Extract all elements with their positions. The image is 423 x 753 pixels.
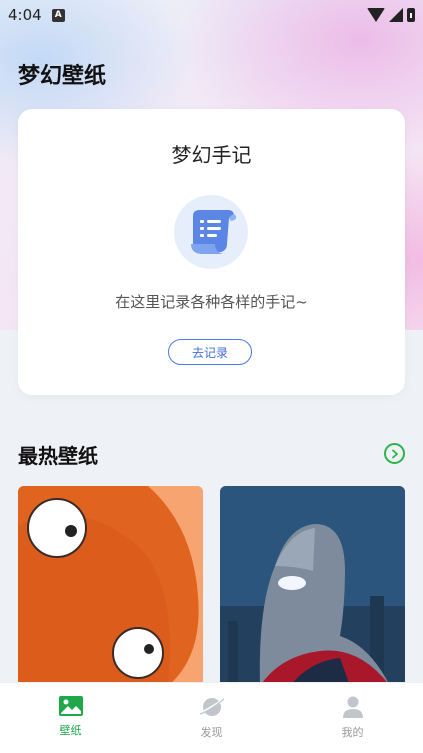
page-title: 梦幻壁纸 [18,64,107,89]
status-bar: 4:04 A [0,0,423,30]
hot-wallpapers-title: 最热壁纸 [18,444,98,468]
tab-discover[interactable]: 发现 [141,683,282,753]
note-card-description: 在这里记录各种各样的手记~ [115,293,308,311]
bottom-tab-bar: 壁纸 发现 我的 [0,682,423,753]
tab-label: 我的 [341,726,364,739]
wifi-icon [367,8,385,22]
wallpaper-thumbnail[interactable] [220,486,405,686]
tab-label: 壁纸 [59,724,82,737]
image-icon [58,696,83,716]
more-arrow-button[interactable] [384,443,405,464]
hero-figure-image [220,486,405,686]
tab-label: 发现 [200,726,223,739]
battery-icon [407,8,415,22]
status-time: 4:04 [8,6,42,24]
go-record-button[interactable]: 去记录 [168,339,252,365]
note-card-title: 梦幻手记 [171,143,252,167]
tab-wallpaper[interactable]: 壁纸 [0,683,141,753]
signal-icon [389,8,403,22]
plush-toy-image [18,486,203,686]
note-card: 梦幻手记 在这里记录各种各样的手记~ 去记录 [18,109,405,395]
chevron-right-icon [391,449,398,458]
person-icon [342,696,363,718]
wallpaper-thumbnail[interactable] [18,486,203,686]
tab-mine[interactable]: 我的 [282,683,423,753]
scroll-note-icon [174,195,248,269]
notification-badge: A [51,8,65,22]
planet-icon [199,698,224,716]
